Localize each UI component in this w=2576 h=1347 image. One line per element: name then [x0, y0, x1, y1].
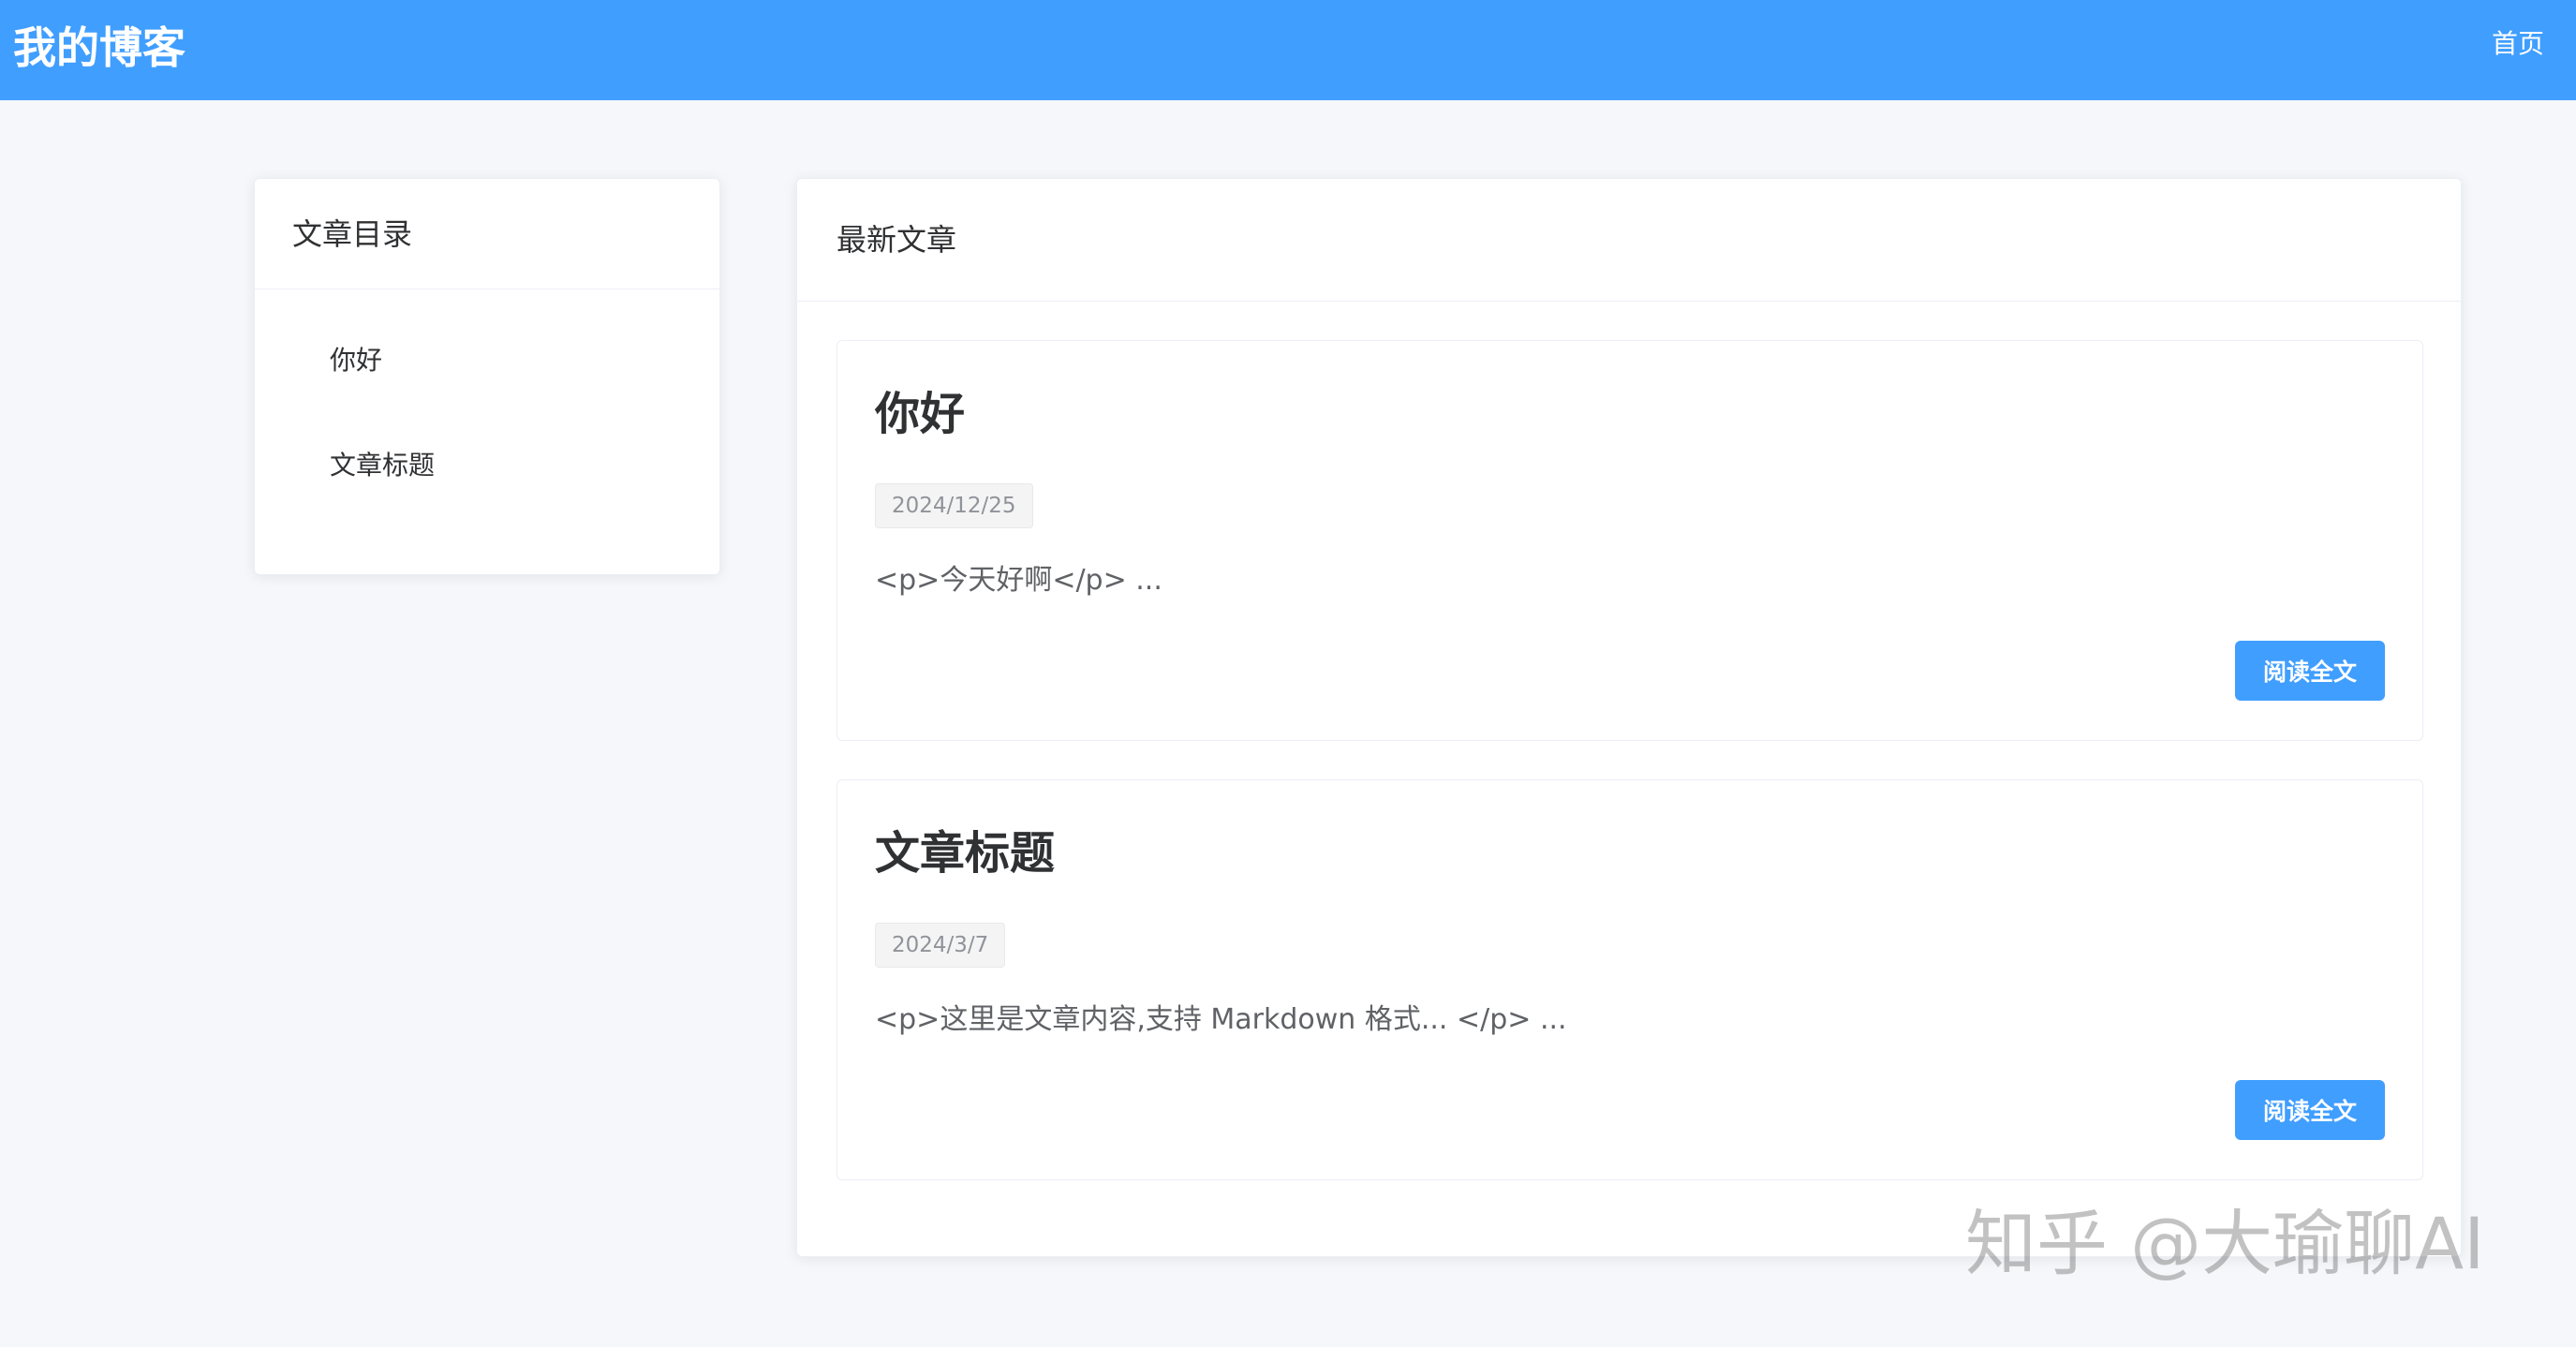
article-excerpt: <p>今天好啊</p> ... — [875, 564, 1162, 597]
site-brand[interactable]: 我的博客 — [13, 21, 185, 75]
article-title[interactable]: 文章标题 — [875, 823, 1055, 883]
top-header: 我的博客 首页 — [0, 0, 2576, 100]
article-directory-card: 文章目录 你好 文章标题 — [254, 178, 720, 575]
article-excerpt: <p>这里是文章内容,支持 Markdown 格式... </p> ... — [875, 1003, 1567, 1036]
sidebar-item-nihao[interactable]: 你好 — [255, 308, 719, 413]
article-card: 你好 2024/12/25 <p>今天好啊</p> ... 阅读全文 — [836, 340, 2423, 741]
main-title: 最新文章 — [797, 179, 2461, 302]
sidebar-list: 你好 文章标题 — [255, 289, 719, 518]
article-title[interactable]: 你好 — [875, 384, 965, 444]
article-date-tag: 2024/3/7 — [875, 923, 1006, 968]
read-full-button[interactable]: 阅读全文 — [2235, 1080, 2385, 1140]
article-card: 文章标题 2024/3/7 <p>这里是文章内容,支持 Markdown 格式.… — [836, 779, 2423, 1180]
latest-articles-card: 最新文章 你好 2024/12/25 <p>今天好啊</p> ... 阅读全文 … — [796, 178, 2462, 1257]
sidebar-title: 文章目录 — [255, 179, 719, 289]
sidebar-item-article-title[interactable]: 文章标题 — [255, 413, 719, 518]
article-date-tag: 2024/12/25 — [875, 483, 1033, 528]
zhihu-watermark: 知乎 @大瑜聊AI — [1965, 1202, 2485, 1285]
nav-home-link[interactable]: 首页 — [2460, 0, 2576, 100]
read-full-button[interactable]: 阅读全文 — [2235, 641, 2385, 701]
